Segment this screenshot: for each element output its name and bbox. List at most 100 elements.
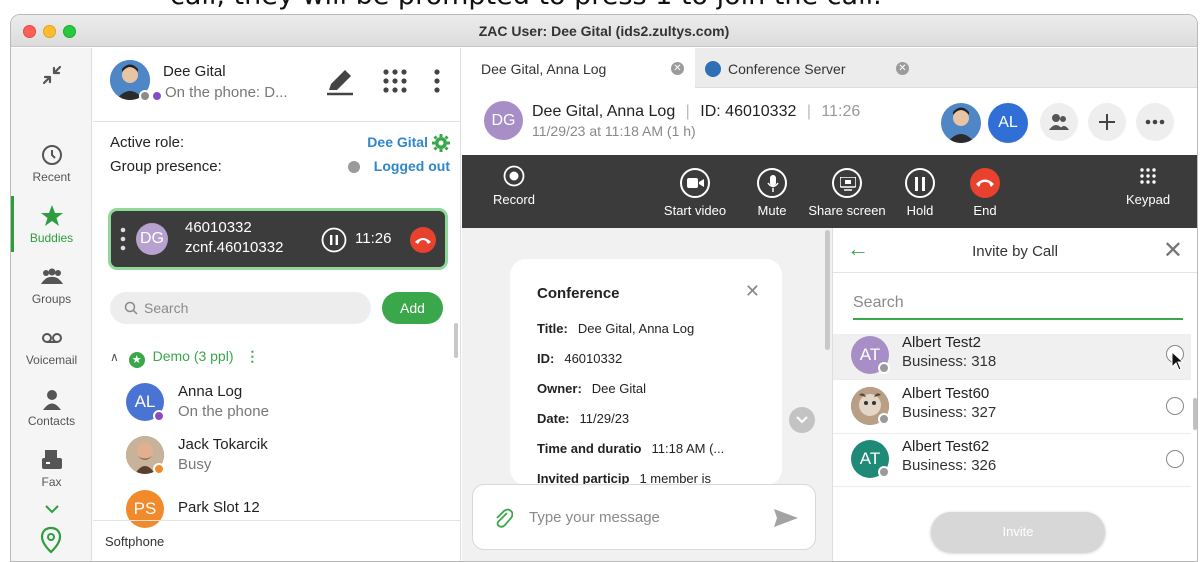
rail-item-recent[interactable]: Recent: [11, 142, 92, 184]
chevron-down-icon[interactable]: [44, 504, 60, 514]
close-icon[interactable]: ✕: [1163, 236, 1183, 265]
mute-label: Mute: [757, 203, 787, 218]
recent-icon: [41, 145, 62, 165]
close-tab-icon[interactable]: ✕: [896, 62, 909, 75]
keypad-icon: [1140, 168, 1156, 184]
group-presence-value[interactable]: Logged out: [374, 158, 450, 174]
record-button[interactable]: Record: [484, 155, 544, 228]
title-bar: ZAC User: Dee Gital (ids2.zultys.com): [11, 15, 1197, 47]
drag-handle-icon[interactable]: [120, 227, 126, 251]
tab-label: Dee Gital, Anna Log: [481, 61, 607, 77]
rail-item-contacts[interactable]: Contacts: [11, 386, 92, 428]
buddy-item[interactable]: Jack Tokarcik Busy: [126, 436, 446, 480]
contact-name: Albert Test2: [902, 334, 981, 351]
hangup-icon[interactable]: [409, 226, 437, 254]
add-participant-button[interactable]: [1088, 103, 1126, 141]
fax-icon: [41, 450, 62, 469]
contact-row[interactable]: AT Albert Test2 Business: 318: [833, 334, 1191, 380]
invite-search-placeholder: Search: [853, 294, 904, 311]
invite-button[interactable]: Invite: [931, 512, 1105, 552]
my-name: Dee Gital: [163, 63, 226, 80]
info-value: 11/29/23: [579, 411, 630, 426]
active-role-value[interactable]: Dee Gital: [367, 134, 428, 150]
info-label: Owner:: [537, 381, 582, 396]
app-window: ZAC User: Dee Gital (ids2.zultys.com) Re…: [10, 14, 1198, 562]
tab-conference-server[interactable]: Conference Server ✕: [700, 48, 920, 88]
mute-button[interactable]: Mute: [747, 155, 797, 228]
participants-button[interactable]: [1040, 103, 1078, 141]
more-horizontal-icon: [1145, 119, 1165, 125]
info-label: Invited particip: [537, 471, 630, 485]
buddy-item[interactable]: AL Anna Log On the phone: [126, 383, 446, 427]
gear-icon[interactable]: [432, 134, 450, 152]
share-screen-label: Share screen: [808, 203, 886, 218]
hold-button[interactable]: Hold: [900, 155, 940, 228]
info-value: Dee Gital, Anna Log: [577, 321, 695, 336]
record-icon: [503, 165, 525, 187]
group-more-icon[interactable]: ⋮: [245, 348, 259, 364]
start-video-button[interactable]: Start video: [658, 155, 732, 228]
participant-avatar[interactable]: AL: [988, 103, 1028, 143]
groups-icon: [40, 268, 63, 284]
chevron-up-icon[interactable]: ∧: [110, 350, 119, 364]
group-header[interactable]: ∧ ★ Demo (3 ppl) ⋮: [110, 348, 259, 368]
contact-phone: Business: 326: [902, 457, 997, 474]
chat-scrollbar[interactable]: [825, 230, 830, 350]
share-screen-button[interactable]: Share screen: [802, 155, 892, 228]
end-label: End: [973, 203, 997, 218]
call-number: 46010332: [185, 219, 252, 236]
call-timer: 11:26: [355, 230, 392, 247]
conference-date: 11/29/23 at 11:18 AM (1 h): [532, 123, 696, 139]
cursor-icon: [1171, 351, 1185, 371]
busy-status-dot: [153, 463, 165, 475]
softphone-label[interactable]: Softphone: [93, 520, 461, 561]
contact-row[interactable]: Albert Test60 Business: 327: [833, 381, 1191, 434]
add-button[interactable]: Add: [382, 292, 443, 324]
invite-search-input[interactable]: Search: [853, 290, 1183, 320]
conference-duration: 11:26: [821, 103, 861, 120]
info-label: Title:: [537, 321, 568, 336]
record-label: Record: [493, 192, 535, 207]
active-call-card[interactable]: DG 46010332 zcnf.46010332 11:26: [108, 208, 448, 270]
close-tab-icon[interactable]: ✕: [671, 62, 684, 75]
edit-icon[interactable]: [325, 68, 355, 96]
participant-avatar[interactable]: [941, 103, 981, 143]
rail-item-groups[interactable]: Groups: [11, 264, 92, 306]
scroll-down-button[interactable]: [789, 407, 815, 433]
hold-label: Hold: [906, 203, 934, 218]
video-icon: [680, 168, 710, 198]
end-call-button[interactable]: End: [965, 155, 1005, 228]
select-radio[interactable]: [1166, 397, 1184, 415]
conference-name: Dee Gital, Anna Log: [532, 103, 676, 120]
location-icon[interactable]: [39, 526, 63, 554]
invite-scrollbar[interactable]: [1193, 398, 1197, 430]
pause-icon[interactable]: [321, 227, 347, 253]
tab-conference-chat[interactable]: Dee Gital, Anna Log ✕: [462, 48, 695, 88]
more-vertical-icon[interactable]: [433, 68, 441, 94]
rail-item-fax[interactable]: Fax: [11, 447, 92, 489]
rail-item-buddies[interactable]: Buddies: [11, 203, 92, 245]
search-icon: [124, 301, 138, 315]
collapse-button[interactable]: [11, 62, 92, 90]
end-call-icon: [970, 168, 1000, 198]
dialpad-icon[interactable]: [382, 68, 408, 94]
info-row: Invited particip 1 member is: [537, 471, 711, 485]
contact-row[interactable]: AT Albert Test62 Business: 326: [833, 434, 1191, 487]
conversation-area: Dee Gital, Anna Log ✕ Conference Server …: [462, 48, 1197, 561]
info-value: 1 member is: [639, 471, 711, 485]
rail-item-voicemail[interactable]: Voicemail: [11, 325, 92, 367]
server-icon: [705, 61, 721, 77]
close-icon[interactable]: ✕: [745, 281, 760, 302]
buddies-scrollbar[interactable]: [454, 323, 458, 358]
buddy-search-input[interactable]: Search: [110, 292, 371, 324]
keypad-button[interactable]: Keypad: [1122, 155, 1174, 228]
call-sub: zcnf.46010332: [185, 239, 284, 256]
select-radio[interactable]: [1166, 450, 1184, 468]
attachment-icon[interactable]: [493, 507, 513, 529]
conference-title-line: Dee Gital, Anna Log | ID: 46010332 | 11:…: [532, 103, 861, 120]
info-row: Time and duratio 11:18 AM (...: [537, 441, 724, 456]
more-options-button[interactable]: [1136, 103, 1174, 141]
send-icon[interactable]: [773, 507, 799, 529]
message-input[interactable]: Type your message: [472, 484, 816, 550]
microphone-icon: [757, 168, 787, 198]
